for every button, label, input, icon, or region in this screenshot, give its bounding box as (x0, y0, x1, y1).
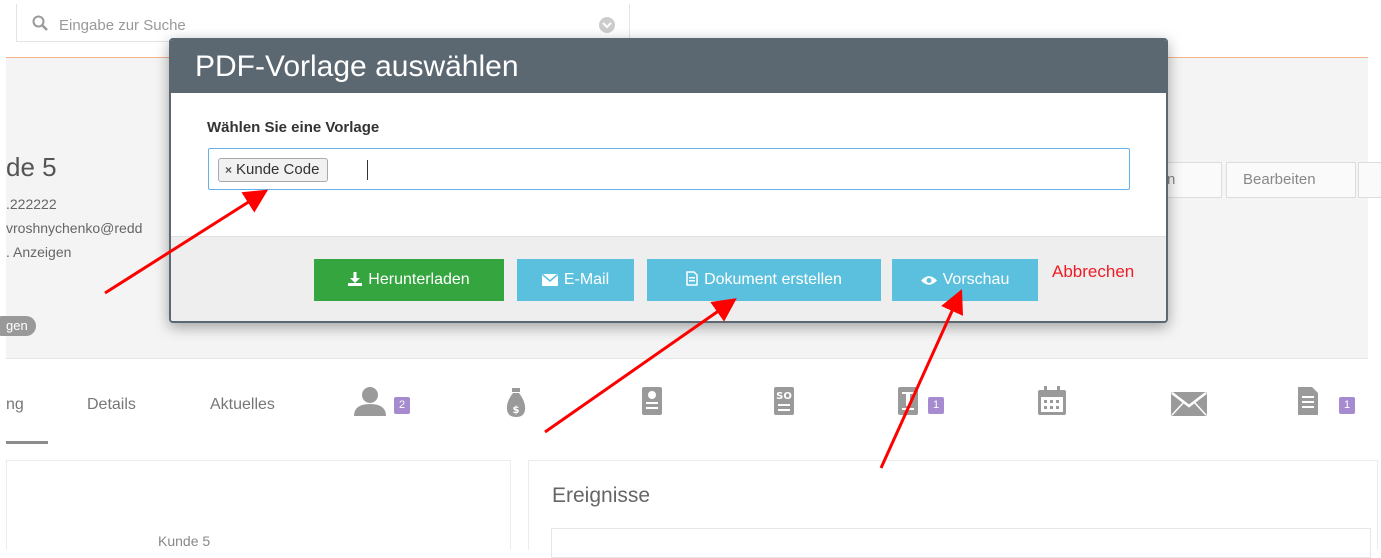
arrow-to-create-button (544, 298, 737, 434)
arrow-to-preview-button (879, 289, 963, 469)
annotation-arrows (104, 189, 963, 469)
arrow-to-template-select (104, 189, 269, 295)
